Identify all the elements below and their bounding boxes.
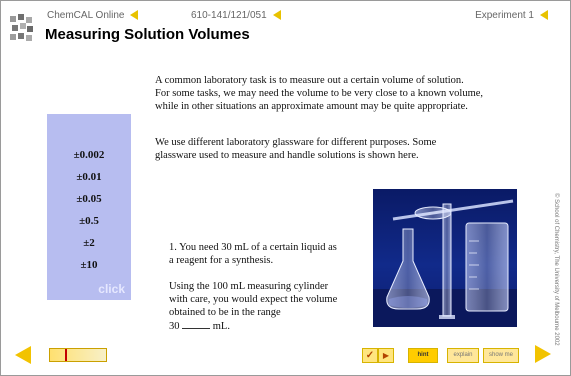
question-line: a reagent for a synthesis. <box>169 255 274 266</box>
click-label: click <box>98 282 125 296</box>
precision-panel[interactable]: ±0.002 ±0.01 ±0.05 ±0.5 ±2 ±10 click <box>47 114 131 300</box>
next-page-button[interactable] <box>535 345 551 363</box>
answer-suffix: mL. <box>212 321 230 332</box>
progress-marker <box>65 349 67 361</box>
glassware-illustration <box>373 199 517 327</box>
hint-button[interactable]: hint <box>408 348 438 363</box>
check-button[interactable]: ✓ <box>362 348 378 363</box>
precision-option[interactable]: ±0.5 <box>47 215 131 227</box>
precision-option[interactable]: ±0.01 <box>47 171 131 183</box>
intro-line: while in other situations an approximate… <box>155 101 468 112</box>
question-line: 1. You need 30 mL of a certain liquid as <box>169 242 337 253</box>
brand-link[interactable]: ChemCAL Online <box>47 10 139 21</box>
intro-line: We use different laboratory glassware fo… <box>155 137 437 148</box>
app-window: ChemCAL Online 610-141/121/051 Experimen… <box>0 0 571 376</box>
precision-option[interactable]: ±0.002 <box>47 149 131 161</box>
question-line: obtained to be in the range <box>169 307 281 318</box>
next-step-button[interactable]: ▶ <box>378 348 394 363</box>
answer-prefix: 30 <box>169 321 180 332</box>
header: ChemCAL Online 610-141/121/051 Experimen… <box>1 1 570 59</box>
question-text: 1. You need 30 mL of a certain liquid as… <box>169 241 337 333</box>
intro-line: A common laboratory task is to measure o… <box>155 75 464 86</box>
course-label: 610-141/121/051 <box>191 10 267 21</box>
course-code[interactable]: 610-141/121/051 <box>191 10 281 21</box>
glassware-photo <box>373 189 517 327</box>
page-title: Measuring Solution Volumes <box>45 26 250 43</box>
answer-line: 30 mL. <box>169 319 337 333</box>
precision-option[interactable]: ±0.05 <box>47 193 131 205</box>
answer-blank[interactable] <box>182 319 211 329</box>
back-arrow-icon[interactable] <box>130 10 139 21</box>
course-arrow-icon[interactable] <box>272 10 281 21</box>
show-me-button[interactable]: show me <box>483 348 519 363</box>
previous-page-button[interactable] <box>15 346 31 364</box>
question-line: Using the 100 mL measuring cylinder <box>169 281 329 292</box>
intro-paragraph-2: We use different laboratory glassware fo… <box>155 136 436 162</box>
precision-option[interactable]: ±10 <box>47 259 131 271</box>
experiment-link[interactable]: Experiment 1 <box>475 10 548 21</box>
intro-paragraph-1: A common laboratory task is to measure o… <box>155 74 483 113</box>
question-line: with care, you would expect the volume <box>169 294 338 305</box>
explain-button[interactable]: explain <box>447 348 479 363</box>
progress-bar <box>49 348 107 362</box>
intro-line: glassware used to measure and handle sol… <box>155 150 419 161</box>
check-icon: ✓ <box>365 350 375 361</box>
precision-option[interactable]: ±2 <box>47 237 131 249</box>
chemcal-logo-icon <box>10 14 33 41</box>
intro-line: For some tasks, we may need the volume t… <box>155 88 484 99</box>
brand-label: ChemCAL Online <box>47 10 125 21</box>
experiment-label: Experiment 1 <box>475 10 534 21</box>
experiment-arrow-icon[interactable] <box>540 10 548 21</box>
play-icon: ▶ <box>382 351 390 360</box>
copyright-text: © School of Chemistry, The University of… <box>553 193 559 346</box>
